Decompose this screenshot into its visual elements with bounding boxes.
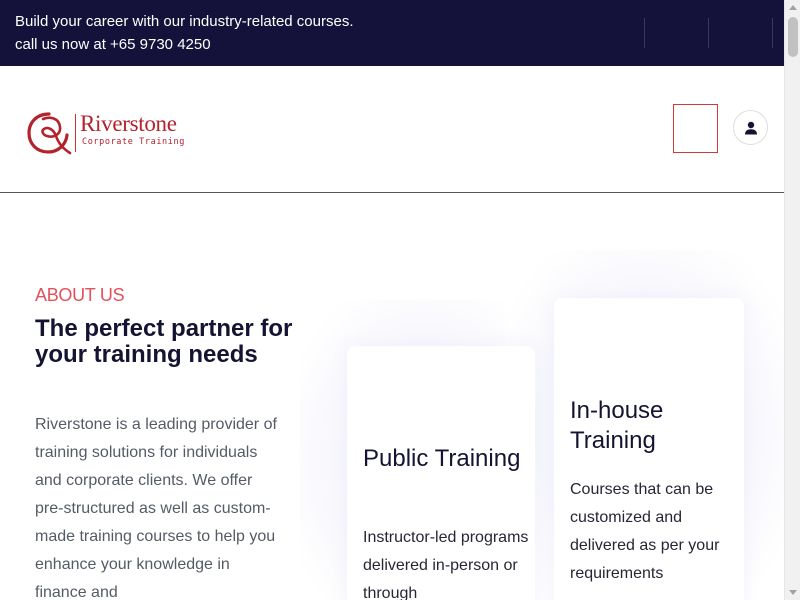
logo-divider [75,114,76,152]
search-button[interactable] [673,104,718,153]
tagline-text: Build your career with our industry-rela… [15,13,354,30]
site-header: Riverstone Corporate Training [0,66,784,193]
scroll-up-icon[interactable] [789,5,797,10]
logo[interactable]: Riverstone Corporate Training [26,108,196,158]
divider [772,18,773,48]
card-title: Public Training [363,445,521,472]
riverstone-logo-icon [27,112,72,155]
social-icon-3[interactable] [705,18,769,48]
scroll-thumb[interactable] [788,17,798,57]
card-description: Instructor-led programs delivered in-per… [363,529,529,600]
user-icon [744,121,757,134]
account-button[interactable] [733,110,768,145]
logo-name: Riverstone [80,111,177,136]
public-training-card[interactable]: Public Training Instructor-led programs … [347,346,535,600]
section-eyebrow: ABOUT US [35,285,125,305]
card-description: Courses that can be customized and deliv… [570,481,720,582]
social-icon-1[interactable] [577,18,641,48]
inhouse-training-card[interactable]: In-house Training Courses that can be cu… [554,298,744,600]
scroll-down-icon[interactable] [789,590,797,595]
card-title: In-house Training [570,397,664,454]
about-body-text: Riverstone is a leading provider of trai… [35,416,277,600]
top-bar: Build your career with our industry-rela… [0,0,784,66]
logo-tagline: Corporate Training [82,137,185,147]
section-heading: The perfect partner for your training ne… [35,315,293,368]
social-icon-2[interactable] [641,18,705,48]
phone-text[interactable]: call us now at +65 9730 4250 [15,36,211,53]
page-scrollbar[interactable] [784,0,800,600]
